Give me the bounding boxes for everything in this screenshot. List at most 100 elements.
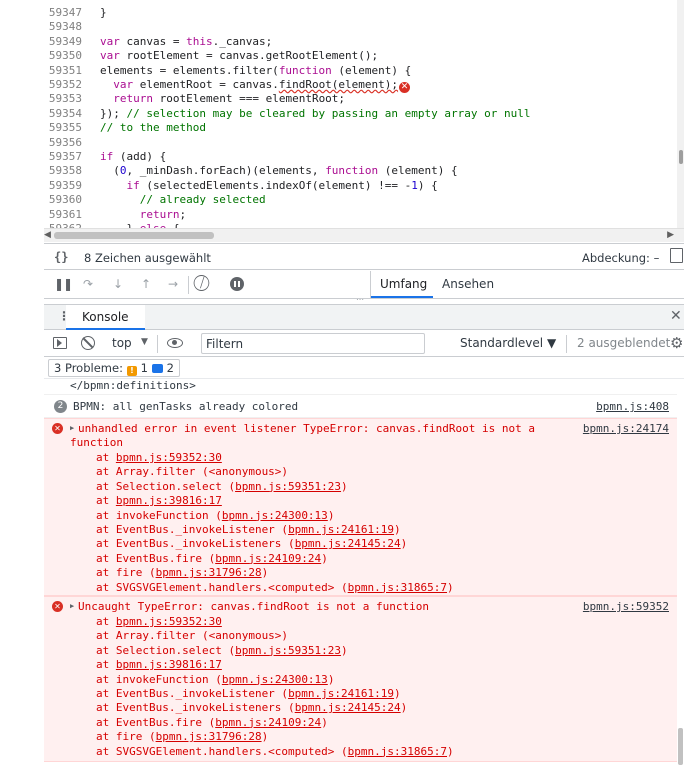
line-number[interactable]: 59353 <box>44 92 88 106</box>
source-link[interactable]: bpmn.js:24174 <box>583 422 669 436</box>
line-number[interactable]: 59358 <box>44 164 88 178</box>
code-token: // to the method <box>100 121 206 135</box>
stack-frame-link[interactable]: bpmn.js:59352:30 <box>116 615 222 628</box>
drawer-tab-bar: ⋮ Konsole ✕ <box>44 304 684 330</box>
resize-handle-icon[interactable]: ⋯ <box>356 295 364 304</box>
step-out-icon[interactable]: ↑ <box>138 277 154 291</box>
error-text: unhandled error in event listener TypeEr… <box>78 422 535 435</box>
clear-console-icon[interactable] <box>81 336 95 350</box>
stack-frame-text: at invokeFunction ( <box>96 672 222 686</box>
line-number[interactable]: 59359 <box>44 179 88 193</box>
stack-frame-link[interactable]: bpmn.js:24161:19 <box>288 687 394 700</box>
scroll-right-icon[interactable]: ▶ <box>667 230 674 240</box>
warning-icon: ! <box>126 366 137 376</box>
stack-frame-link[interactable]: bpmn.js:59351:23 <box>235 644 341 657</box>
step-icon[interactable]: → <box>165 277 181 291</box>
step-over-icon[interactable]: ↷ <box>80 277 96 291</box>
hidden-messages-count: 2 ausgeblendet <box>577 336 671 350</box>
line-number[interactable]: 59348 <box>44 20 88 34</box>
error-icon[interactable]: ✕ <box>399 82 411 93</box>
stack-frame-link[interactable]: bpmn.js:24145:24 <box>295 537 401 550</box>
coverage-status: Abdeckung: – <box>582 251 660 265</box>
error-message: ✕ ▶ Uncaught TypeError: canvas.findRoot … <box>44 596 677 762</box>
line-number[interactable]: 59357 <box>44 150 88 164</box>
stack-frame: at Selection.select (bpmn.js:59351:23) <box>96 480 454 494</box>
tab-scope[interactable]: Umfang <box>380 277 427 291</box>
live-expression-eye-icon[interactable] <box>167 338 183 348</box>
deactivate-breakpoints-icon[interactable]: ⧸⃝ <box>200 276 204 291</box>
code-token: (selectedElements.indexOf(element) !== - <box>139 178 412 192</box>
expand-triangle-icon[interactable]: ▶ <box>70 602 74 610</box>
line-number[interactable]: 59349 <box>44 35 88 49</box>
stack-frame: at bpmn.js:39816:17 <box>96 494 454 508</box>
source-link[interactable]: bpmn.js:408 <box>596 400 669 414</box>
code-token: ; <box>179 207 187 221</box>
line-number[interactable]: 59354 <box>44 107 88 121</box>
stack-frame-link[interactable]: bpmn.js:39816:17 <box>116 658 222 671</box>
line-number[interactable]: 59355 <box>44 121 88 135</box>
console-messages[interactable]: </bpmn:definitions> 2 BPMN: all genTasks… <box>44 379 684 765</box>
source-editor[interactable]: 59347} 59348 59349 var canvas = this._canva… <box>0 0 684 228</box>
stack-frame-link[interactable]: bpmn.js:59352:30 <box>116 451 222 464</box>
code-text: return; <box>88 208 186 221</box>
editor-horizontal-scrollbar[interactable]: ◀ ▶ <box>44 228 684 242</box>
code-token: elementRoot = canvas. <box>133 78 279 91</box>
issues-button[interactable]: 3 Probleme:! 1 2 <box>48 359 180 377</box>
scroll-left-icon[interactable]: ◀ <box>44 230 51 240</box>
tab-console[interactable]: Konsole <box>66 305 145 330</box>
editor-scroll-thumb[interactable] <box>679 150 683 164</box>
chevron-down-icon[interactable]: ▼ <box>141 337 148 347</box>
stack-frame-link[interactable]: bpmn.js:31796:28 <box>156 566 262 579</box>
context-selector[interactable]: top <box>112 336 132 350</box>
console-scrollbar[interactable] <box>677 379 684 765</box>
stack-trace: at bpmn.js:59352:30 at Array.filter (<ano… <box>96 451 454 595</box>
stack-frame-link[interactable]: bpmn.js:31865:7 <box>348 581 447 594</box>
toggle-sidebar-icon[interactable] <box>670 248 683 263</box>
stack-frame-text: at <box>96 451 116 464</box>
pause-on-exceptions-icon[interactable] <box>230 277 244 291</box>
stack-frame-link[interactable]: bpmn.js:31865:7 <box>348 745 447 758</box>
line-number[interactable]: 59356 <box>44 136 88 150</box>
pause-icon[interactable]: ❚❚ <box>54 277 73 291</box>
toolbar-divider <box>157 335 158 353</box>
horizontal-scroll-thumb[interactable] <box>54 232 214 239</box>
line-number[interactable]: 59351 <box>44 64 88 78</box>
stack-frame-link[interactable]: bpmn.js:31796:28 <box>156 730 262 743</box>
stack-frame-link[interactable]: bpmn.js:24145:24 <box>295 701 401 714</box>
line-number[interactable]: 59347 <box>44 6 88 20</box>
pretty-print-icon[interactable]: {} <box>54 250 68 264</box>
code-text: if (selectedElements.indexOf(element) !=… <box>88 179 438 192</box>
stack-frame-text: ) <box>327 672 335 686</box>
console-scroll-thumb[interactable] <box>678 728 683 765</box>
stack-frame-text: ) <box>341 479 348 493</box>
line-number[interactable]: 59350 <box>44 49 88 63</box>
active-tab-indicator <box>371 296 433 298</box>
stack-frame-link[interactable]: bpmn.js:24161:19 <box>288 523 394 536</box>
stack-frame-link[interactable]: bpmn.js:24300:13 <box>222 673 328 686</box>
editor-vertical-scrollbar[interactable] <box>677 0 684 228</box>
stack-frame-link[interactable]: bpmn.js:59351:23 <box>235 480 341 493</box>
stack-frame-link[interactable]: bpmn.js:24109:24 <box>215 552 321 565</box>
line-number[interactable]: 59352 <box>44 78 88 92</box>
console-toolbar: top ▼ Standardlevel ▼ 2 ausgeblendet ⚙ <box>44 331 684 357</box>
line-number[interactable]: 59360 <box>44 193 88 207</box>
stack-frame-link[interactable]: bpmn.js:24109:24 <box>215 716 321 729</box>
close-icon[interactable]: ✕ <box>670 308 682 324</box>
code-token: ) { <box>417 178 438 192</box>
line-number[interactable]: 59361 <box>44 208 88 222</box>
console-sidebar-icon[interactable] <box>53 337 67 349</box>
step-into-icon[interactable]: ↓ <box>110 277 126 291</box>
stack-frame-link[interactable]: bpmn.js:39816:17 <box>116 494 222 507</box>
tab-watch[interactable]: Ansehen <box>442 277 494 291</box>
stack-frame-link[interactable]: bpmn.js:24300:13 <box>222 509 328 522</box>
expand-triangle-icon[interactable]: ▶ <box>70 424 74 432</box>
log-levels-dropdown[interactable]: Standardlevel ▼ <box>460 336 556 350</box>
panel-divider[interactable] <box>370 271 371 299</box>
gear-icon[interactable]: ⚙ <box>670 334 683 352</box>
source-link[interactable]: bpmn.js:59352 <box>583 600 669 614</box>
filter-input[interactable] <box>201 333 425 354</box>
stack-frame-text: ) <box>400 537 408 551</box>
editor-status-bar: {} 8 Zeichen ausgewählt Abdeckung: – <box>44 243 684 270</box>
